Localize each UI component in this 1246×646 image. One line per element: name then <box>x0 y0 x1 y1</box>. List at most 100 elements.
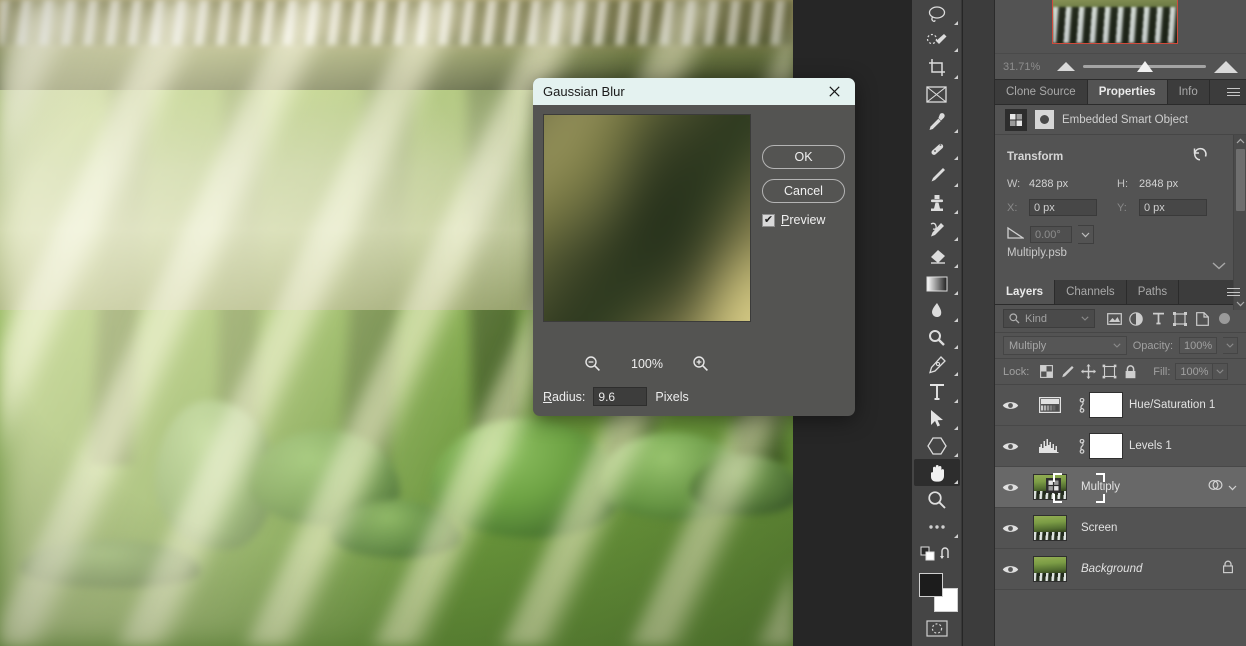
frame-tool[interactable] <box>914 81 960 108</box>
tab-channels[interactable]: Channels <box>1055 280 1127 304</box>
quick-mask-icon[interactable] <box>914 615 960 642</box>
type-tool[interactable] <box>914 378 960 405</box>
edit-toolbar-tool[interactable] <box>914 513 960 540</box>
navigator-zoom-slider[interactable] <box>1057 54 1246 80</box>
filter-toggle-icon[interactable] <box>1219 313 1230 324</box>
shape-tool[interactable] <box>914 432 960 459</box>
crop-tool[interactable] <box>914 54 960 81</box>
y-input[interactable] <box>1139 199 1207 216</box>
layer-thumbnail[interactable] <box>1025 508 1075 549</box>
layer-thumbnail[interactable] <box>1025 467 1075 508</box>
layer-mask-thumbnail[interactable] <box>1089 392 1123 418</box>
eye-icon[interactable] <box>995 508 1025 549</box>
type-filter-icon[interactable] <box>1147 309 1169 329</box>
path-selection-tool[interactable] <box>914 405 960 432</box>
adjustment-filter-icon[interactable] <box>1125 309 1147 329</box>
zoom-in-triangle-icon[interactable] <box>1214 61 1238 73</box>
tab-layers[interactable]: Layers <box>995 280 1055 304</box>
tab-info[interactable]: Info <box>1168 80 1210 104</box>
ok-button[interactable]: OK <box>762 145 845 169</box>
quick-selection-tool[interactable] <box>914 27 960 54</box>
tab-clone-source[interactable]: Clone Source <box>995 80 1088 104</box>
angle-dropdown-chevron-down-icon[interactable] <box>1078 225 1094 244</box>
zoom-in-icon[interactable] <box>692 355 710 373</box>
lock-all-icon[interactable] <box>1120 362 1141 382</box>
navigator-slider-thumb[interactable] <box>1137 61 1153 72</box>
foreground-color-swatch[interactable] <box>919 573 943 597</box>
tab-properties[interactable]: Properties <box>1088 80 1168 104</box>
eye-icon[interactable] <box>995 549 1025 590</box>
opacity-chevron-down-icon[interactable] <box>1223 337 1238 354</box>
layer-row[interactable]: Hue/Saturation 1 <box>995 385 1246 426</box>
chevron-down-icon[interactable] <box>1228 478 1237 496</box>
preview-checkbox-row[interactable]: ✔ Preview <box>762 213 825 227</box>
layer-row[interactable]: Background <box>995 549 1246 590</box>
color-swatches[interactable] <box>914 571 960 615</box>
layer-mask-thumbnail[interactable] <box>1089 433 1123 459</box>
clone-stamp-tool[interactable] <box>914 189 960 216</box>
eye-icon[interactable] <box>995 385 1025 426</box>
blur-tool[interactable] <box>914 297 960 324</box>
default-colors-and-swap[interactable] <box>914 540 960 567</box>
dodge-tool[interactable] <box>914 324 960 351</box>
layer-thumbnail[interactable] <box>1025 426 1075 467</box>
x-input[interactable] <box>1029 199 1097 216</box>
preview-checkbox[interactable]: ✔ <box>762 214 775 227</box>
opacity-value[interactable]: 100% <box>1179 337 1217 354</box>
properties-scrollbar[interactable] <box>1233 135 1246 310</box>
layer-effects-icon[interactable] <box>1208 478 1223 497</box>
eye-icon[interactable] <box>995 467 1025 508</box>
layer-thumbnail[interactable] <box>1025 549 1075 590</box>
fill-value[interactable]: 100% <box>1175 363 1213 380</box>
pen-tool[interactable] <box>914 351 960 378</box>
brush-tool[interactable] <box>914 162 960 189</box>
blend-mode-select[interactable]: Multiply <box>1003 336 1127 355</box>
scroll-down-chevron-icon[interactable] <box>1234 298 1246 310</box>
hand-tool[interactable] <box>914 459 960 486</box>
scrollbar-thumb[interactable] <box>1236 149 1245 211</box>
tool-flyout-indicator <box>954 318 958 322</box>
layer-name: Hue/Saturation 1 <box>1123 399 1246 411</box>
navigator-zoom-level[interactable]: 31.71% <box>995 61 1057 73</box>
navigator-slider-track[interactable] <box>1083 65 1206 68</box>
lock-image-pixels-icon[interactable] <box>1057 362 1078 382</box>
eyedropper-tool[interactable] <box>914 108 960 135</box>
zoom-tool[interactable] <box>914 486 960 513</box>
smart-object-filter-icon[interactable] <box>1191 309 1213 329</box>
screen-mode-icon[interactable] <box>914 642 960 646</box>
layer-thumbnail[interactable] <box>1025 385 1075 426</box>
filter-kind-select[interactable]: Kind <box>1003 309 1095 328</box>
tab-paths[interactable]: Paths <box>1127 280 1179 304</box>
zoom-out-triangle-icon[interactable] <box>1057 62 1075 71</box>
scroll-up-chevron-icon[interactable] <box>1234 135 1246 147</box>
panel-menu-icon[interactable] <box>1220 80 1246 104</box>
layer-row[interactable]: Screen <box>995 508 1246 549</box>
layer-row[interactable]: Multiply <box>995 467 1246 508</box>
radius-input[interactable] <box>593 387 647 406</box>
lasso-tool[interactable] <box>914 0 960 27</box>
gradient-tool[interactable] <box>914 270 960 297</box>
history-brush-tool[interactable] <box>914 216 960 243</box>
shape-filter-icon[interactable] <box>1169 309 1191 329</box>
lock-icon <box>1222 560 1246 579</box>
layer-row[interactable]: Levels 1 <box>995 426 1246 467</box>
fill-chevron-down-icon[interactable] <box>1213 363 1228 380</box>
layer-link-icon[interactable] <box>1075 439 1089 454</box>
reset-icon[interactable] <box>1192 147 1208 166</box>
lock-transparent-pixels-icon[interactable] <box>1036 362 1057 382</box>
pixel-filter-icon[interactable] <box>1103 309 1125 329</box>
layer-link-icon[interactable] <box>1075 398 1089 413</box>
eye-icon[interactable] <box>995 426 1025 467</box>
zoom-out-icon[interactable] <box>584 355 602 373</box>
close-icon[interactable] <box>819 80 849 104</box>
angle-input[interactable] <box>1030 226 1072 243</box>
cancel-button[interactable]: Cancel <box>762 179 845 203</box>
healing-brush-tool[interactable] <box>914 135 960 162</box>
lock-position-icon[interactable] <box>1078 362 1099 382</box>
navigator-thumbnail[interactable] <box>1052 0 1178 44</box>
properties-expand-chevron-down-icon[interactable] <box>1212 257 1226 275</box>
blur-preview[interactable] <box>543 114 751 322</box>
lock-artboard-icon[interactable] <box>1099 362 1120 382</box>
eraser-tool[interactable] <box>914 243 960 270</box>
dialog-title-bar[interactable]: Gaussian Blur <box>533 78 855 105</box>
